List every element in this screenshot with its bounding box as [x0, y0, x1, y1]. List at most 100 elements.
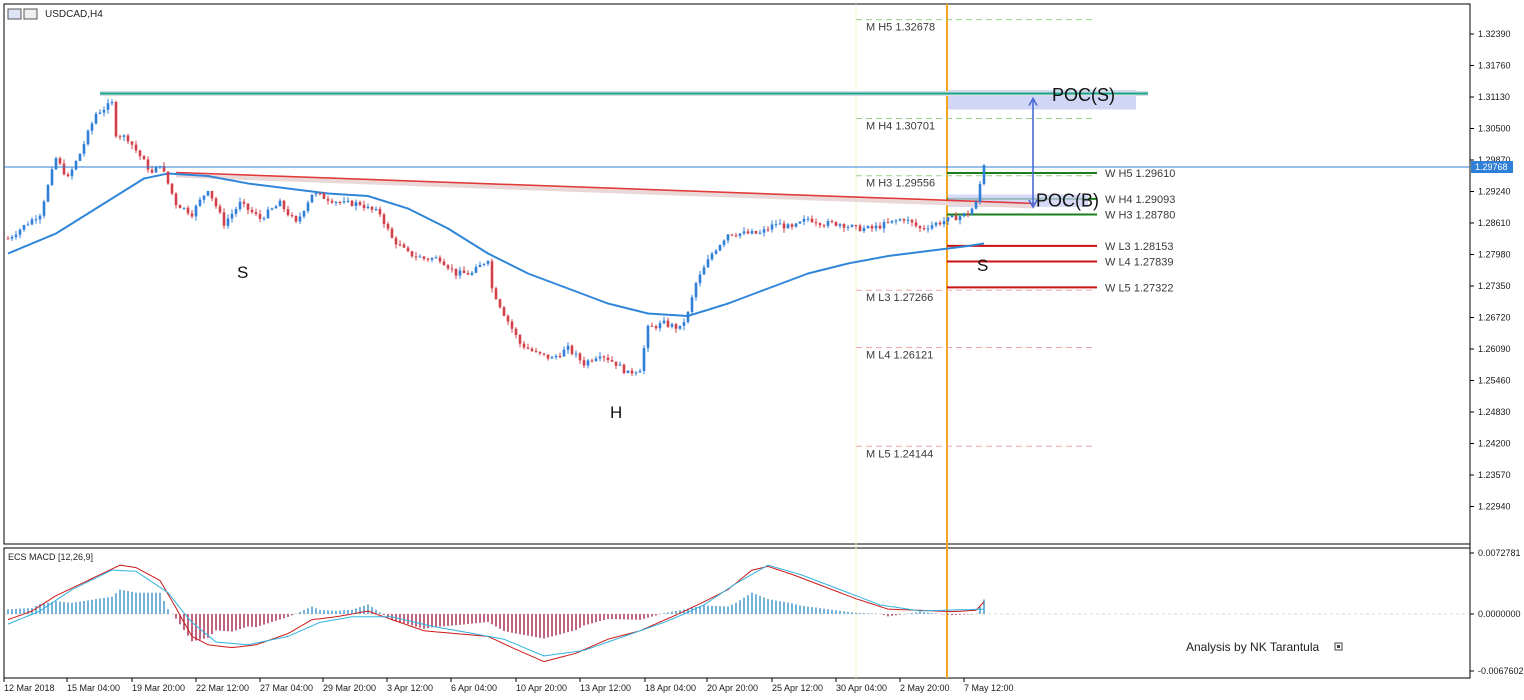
candle-bull [106, 103, 110, 110]
candle-bull [826, 221, 830, 226]
candle-bull [890, 220, 894, 223]
candle-bear [414, 256, 418, 258]
candle-bear [610, 360, 614, 362]
candle-bull [98, 112, 102, 114]
candle-bear [522, 343, 526, 348]
candle-bull [946, 217, 950, 222]
candle-bear [318, 193, 322, 195]
candle-bull [906, 219, 910, 221]
price-tick-label: 1.23570 [1478, 470, 1511, 480]
time-tick-label: 29 Mar 20:00 [323, 683, 376, 693]
time-tick-label: 19 Mar 20:00 [132, 683, 185, 693]
candle-bear [654, 326, 658, 329]
candle-bull [926, 228, 930, 230]
candle-bear [166, 171, 170, 184]
candle-bear [518, 334, 522, 344]
candle-bear [558, 356, 562, 358]
candle-bear [498, 299, 502, 308]
candle-bear [822, 225, 826, 227]
candle-bear [494, 288, 498, 300]
candle-bull [202, 195, 206, 200]
candle-bear [174, 193, 178, 206]
candle-bear [454, 268, 458, 276]
candle-bear [746, 231, 750, 234]
candle-bear [858, 225, 862, 232]
candle-bull [694, 283, 698, 298]
candle-bull [470, 272, 474, 275]
candle-bull [874, 225, 878, 229]
candle-bull [586, 360, 590, 366]
candle-bear [394, 237, 398, 245]
chart-window-icon-2 [23, 8, 38, 20]
candle-bull [618, 364, 622, 366]
candle-bear [370, 206, 374, 210]
candle-bear [790, 224, 794, 227]
candle-bull [942, 221, 946, 225]
candle-bear [150, 169, 154, 173]
main-chart-frame [3, 3, 1471, 545]
candle-bull [82, 144, 86, 154]
weekly-level-label: W L4 1.27839 [1105, 257, 1174, 269]
candle-bull [562, 349, 566, 357]
macd-title: ECS MACD [12,26,9] [8, 552, 93, 562]
candle-bull [566, 345, 570, 350]
candle-bull [458, 270, 462, 276]
price-tick-label: 1.27980 [1478, 250, 1511, 260]
candle-bear [966, 213, 970, 215]
candle-bull [794, 223, 798, 227]
candle-bull [110, 102, 114, 104]
candle-bull [982, 165, 986, 184]
candle-bull [714, 250, 718, 254]
candle-bull [626, 370, 630, 374]
candle-bull [738, 233, 742, 236]
candle-bear [378, 209, 382, 215]
candle-bear [422, 256, 426, 259]
candle-bull [418, 256, 422, 258]
candle-bull [978, 183, 982, 202]
candle-bear [190, 213, 194, 217]
candle-bull [266, 209, 270, 219]
candle-bear [870, 225, 874, 229]
candle-bull [18, 229, 22, 235]
candle-bear [462, 270, 466, 274]
candle-bear [818, 223, 822, 226]
candle-bear [426, 258, 430, 260]
candle-bear [146, 159, 150, 170]
candle-bull [962, 213, 966, 217]
candle-bull [778, 223, 782, 225]
candle-bear [830, 221, 834, 223]
candle-bear [730, 234, 734, 236]
candle-bear [442, 261, 446, 266]
candle-bull [934, 222, 938, 226]
candle-bull [42, 201, 46, 216]
candle-bull [574, 353, 578, 355]
candle-bear [138, 150, 142, 157]
candle-bull [342, 201, 346, 203]
candle-bull [718, 245, 722, 251]
candle-bull [238, 201, 242, 210]
candle-bull [594, 358, 598, 361]
candle-bear [466, 273, 470, 275]
macd-scale-label: 0.0000000 [1478, 609, 1521, 619]
candle-bull [314, 193, 318, 195]
candle-bear [214, 198, 218, 207]
candle-bear [218, 206, 222, 213]
candle-bull [690, 297, 694, 312]
usdcad-h4-chart[interactable]: USDCAD,H4 M H5 1.32678 M H4 1.30701 M H3 1… [0, 0, 1524, 700]
candle-bull [662, 320, 666, 324]
weekly-level-label: W H4 1.29093 [1105, 194, 1175, 206]
candle-bear [178, 205, 182, 209]
candle-bear [350, 200, 354, 206]
candle-bear [534, 351, 538, 353]
candle-bull [550, 357, 554, 359]
candle-bull [898, 219, 902, 221]
candle-bear [286, 209, 290, 216]
monthly-level-label: M H5 1.32678 [866, 22, 935, 34]
candle-bear [622, 364, 626, 374]
candle-bear [398, 244, 402, 246]
price-tick-label: 1.24830 [1478, 407, 1511, 417]
candle-bear [614, 361, 618, 366]
candle-bear [438, 257, 442, 262]
candle-bear [6, 238, 10, 240]
candle-bull [658, 323, 662, 329]
